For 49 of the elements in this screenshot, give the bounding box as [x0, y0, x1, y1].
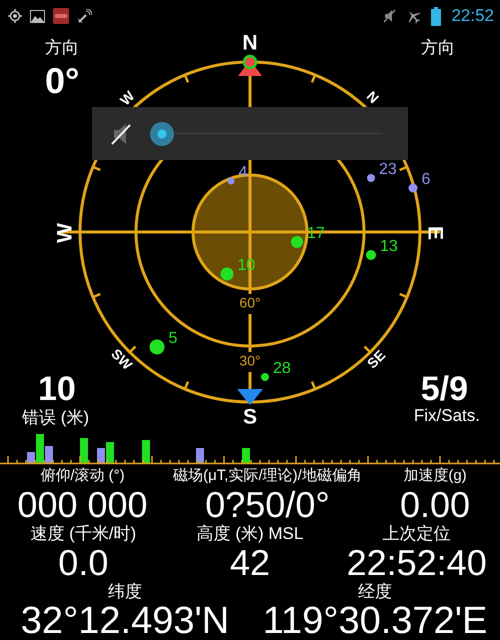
fix-count: 5/9: [420, 370, 468, 408]
heading-label: 方向: [45, 37, 79, 59]
compass-direction: N: [242, 32, 258, 55]
bearing-marker-icon: [237, 389, 263, 405]
app-icon: [53, 8, 69, 24]
reading-label: 纬度: [108, 582, 142, 602]
compass-direction: SW: [108, 345, 136, 373]
reading-value: 42: [230, 544, 270, 582]
reading-value: 000 000: [17, 486, 148, 524]
location-icon: [8, 9, 22, 23]
accuracy-label: 错误 (米): [22, 407, 90, 429]
compass-direction: W: [116, 88, 138, 108]
satellite-label: 28: [273, 360, 291, 377]
reading-label: 上次定位: [382, 524, 451, 544]
elevation-label: 60°: [239, 294, 261, 311]
reading-value: 119°30.372'E: [262, 602, 488, 640]
reading-label: 速度 (千米/时): [30, 524, 136, 544]
satellite-label: 5: [168, 330, 178, 347]
heading-label: 方向: [421, 37, 455, 59]
clock-time: 22:52: [451, 6, 494, 26]
compass-direction: S: [243, 406, 257, 429]
heading-marker-icon: [238, 54, 262, 76]
compass-direction: SE: [364, 346, 388, 372]
compass-direction: E: [423, 226, 446, 240]
compass-direction: W: [54, 223, 77, 243]
satellite-label: 6: [422, 171, 430, 188]
reading-value: 0?50/0°: [205, 486, 330, 524]
reading-value: 0.00: [400, 486, 470, 524]
satellite-icon: [77, 8, 92, 24]
reading-label: 磁场(μT,实际/理论)/地磁偏角: [173, 466, 362, 486]
airplane-icon: [406, 8, 422, 24]
battery-icon: [431, 6, 442, 26]
reading-value: 32°12.493'N: [20, 602, 230, 640]
mute-icon: [383, 9, 396, 23]
reading-label: 俯仰/滚动 (°): [40, 466, 125, 486]
reading-value: 22:52:40: [346, 544, 487, 582]
fix-label: Fix/Sats.: [414, 406, 480, 426]
reading-label: 加速度(g): [403, 466, 467, 486]
satellite-label: 23: [379, 161, 397, 178]
mute-icon[interactable]: [110, 122, 132, 146]
compass-direction: N: [364, 88, 382, 106]
reading-label: 高度 (米) MSL: [196, 524, 304, 544]
satellite-label: 13: [380, 238, 398, 255]
accuracy-value: 10: [38, 370, 76, 409]
reading-label: 经度: [358, 582, 392, 602]
elevation-label: 30°: [239, 352, 261, 369]
heading-value: 0°: [45, 60, 80, 102]
reading-value: 0.0: [58, 544, 108, 582]
image-icon: [30, 10, 45, 22]
